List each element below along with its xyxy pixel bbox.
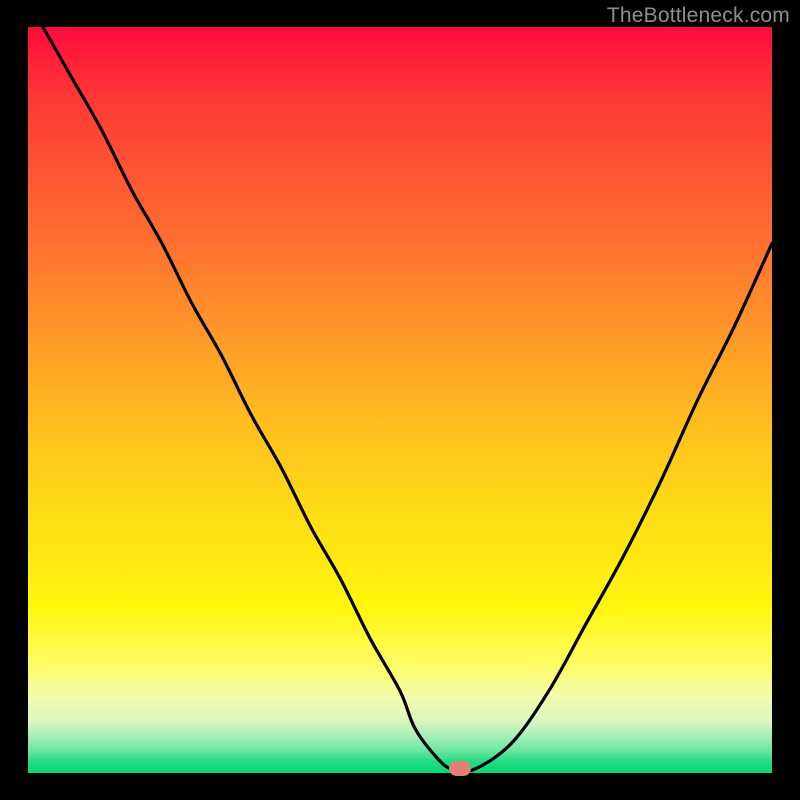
- optimal-marker: [449, 761, 471, 776]
- chart-frame: TheBottleneck.com: [0, 0, 800, 800]
- watermark-text: TheBottleneck.com: [607, 4, 790, 28]
- bottleneck-curve: [28, 27, 772, 773]
